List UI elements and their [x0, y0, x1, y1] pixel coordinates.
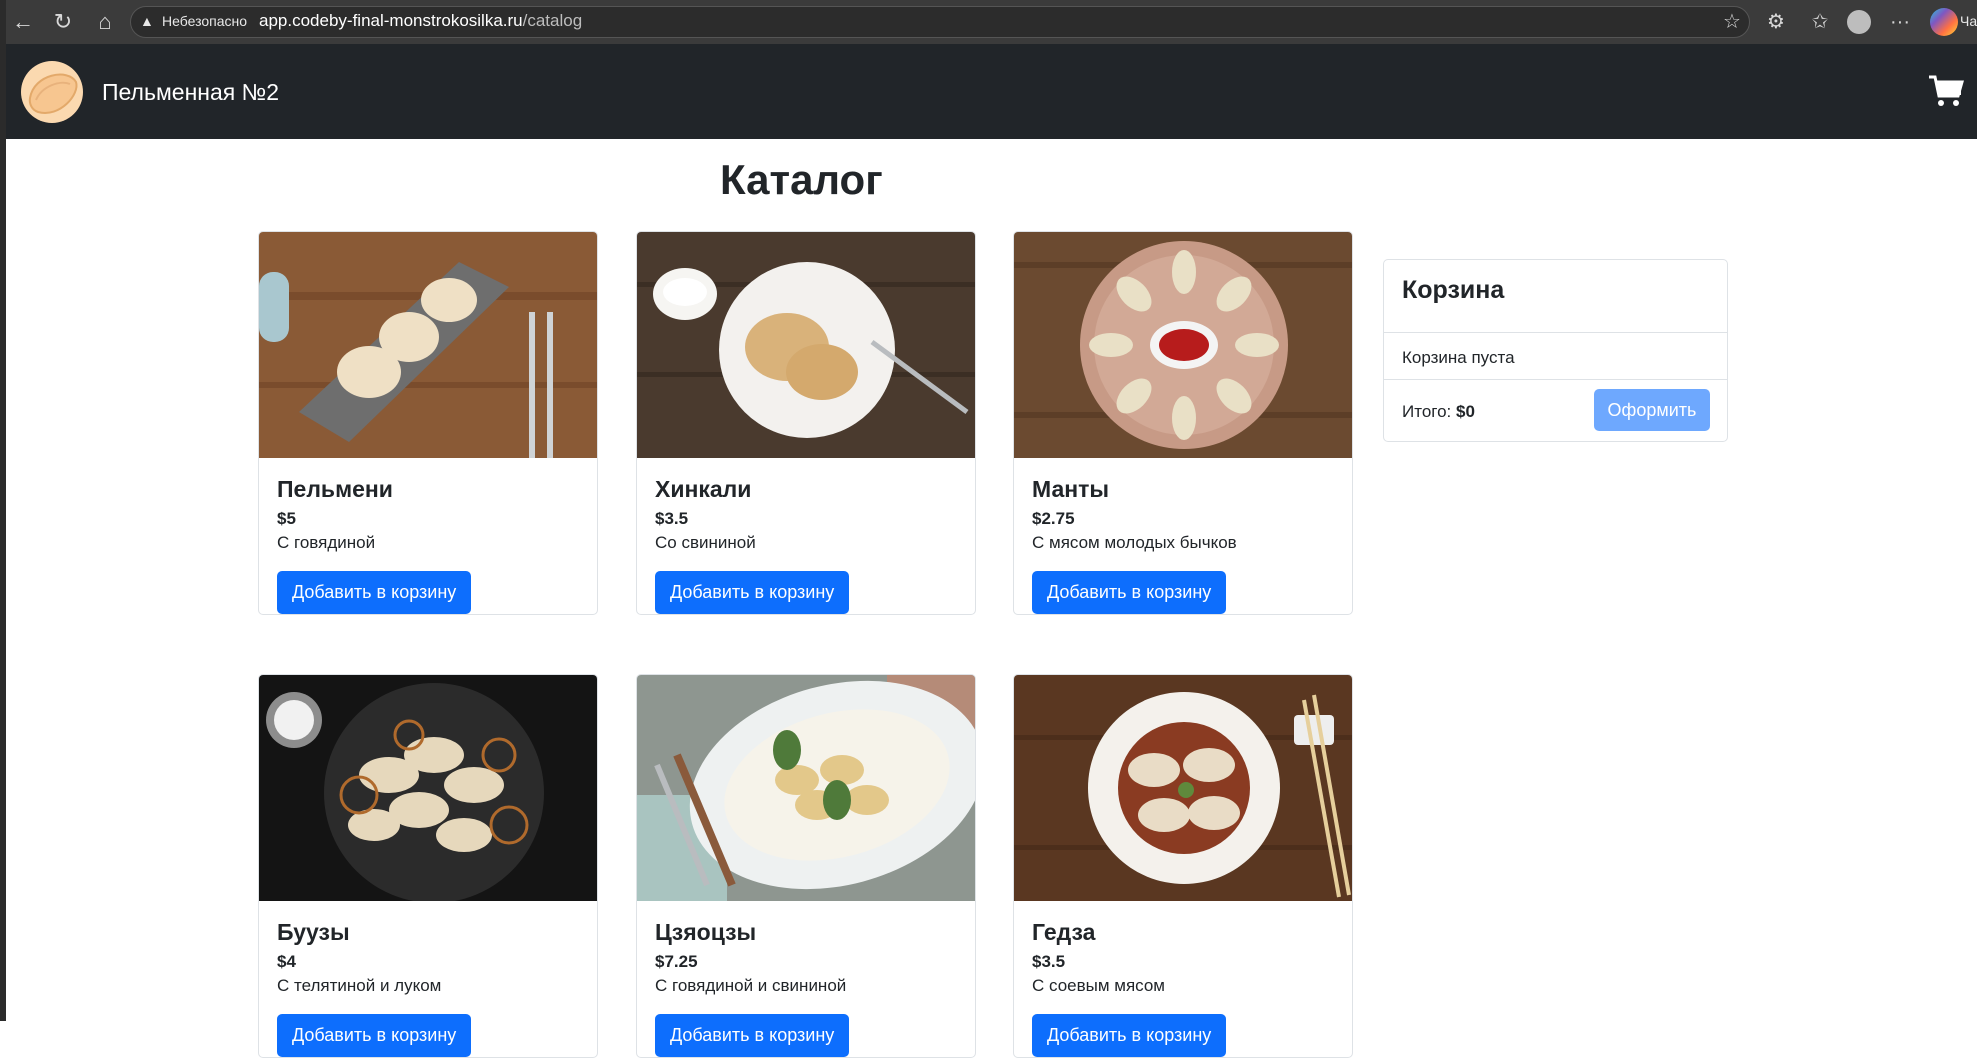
profile-avatar[interactable] [1847, 10, 1871, 34]
favorites-icon[interactable]: ✩ [1806, 8, 1834, 36]
add-to-cart-button[interactable]: Добавить в корзину [277, 571, 472, 614]
copilot-icon[interactable] [1930, 8, 1958, 36]
checkout-button[interactable]: Оформить [1594, 389, 1710, 431]
product-image [259, 675, 597, 901]
product-name: Цзяоцзы [655, 919, 757, 945]
reload-icon[interactable]: ↻ [48, 8, 78, 36]
product-image [1014, 232, 1352, 458]
add-to-cart-button[interactable]: Добавить в корзину [655, 571, 850, 614]
home-icon[interactable]: ⌂ [90, 8, 120, 36]
product-card: Пельмени $5 С говядиной Добавить в корзи… [258, 231, 598, 615]
dumpling-logo-icon[interactable] [20, 60, 84, 124]
product-card: Цзяоцзы $7.25 С говядиной и свининой Доб… [636, 674, 976, 1058]
product-name: Гедза [1032, 919, 1096, 945]
product-price: $3.5 [1032, 952, 1066, 971]
divider [1384, 379, 1727, 380]
product-name: Хинкали [655, 476, 752, 502]
cart-title: Корзина [1402, 276, 1505, 304]
more-icon[interactable]: ··· [1886, 8, 1914, 36]
product-image [259, 232, 597, 458]
window-edge [0, 0, 6, 1021]
favorite-star-icon[interactable]: ☆ [1718, 8, 1746, 36]
security-warning[interactable]: Небезопасно [162, 13, 247, 29]
product-card: Хинкали $3.5 Со свининой Добавить в корз… [636, 231, 976, 615]
cart-empty-message: Корзина пуста [1402, 348, 1515, 367]
add-to-cart-button[interactable]: Добавить в корзину [1032, 571, 1227, 614]
product-price: $2.75 [1032, 509, 1075, 528]
product-name: Буузы [277, 919, 350, 945]
url-host: app.codeby-final-monstrokosilka.ru [259, 11, 523, 30]
add-to-cart-button[interactable]: Добавить в корзину [277, 1014, 472, 1057]
product-card: Гедза $3.5 С соевым мясом Добавить в кор… [1013, 674, 1353, 1058]
product-name: Манты [1032, 476, 1110, 502]
back-icon[interactable]: ← [8, 8, 38, 36]
url-text[interactable]: app.codeby-final-monstrokosilka.ru/catal… [259, 11, 582, 31]
product-image [637, 232, 975, 458]
product-price: $4 [277, 952, 296, 971]
add-to-cart-button[interactable]: Добавить в корзину [655, 1014, 850, 1057]
product-image [1014, 675, 1352, 901]
url-path: /catalog [522, 11, 583, 30]
sidebar-label[interactable]: Ча [1960, 13, 1977, 29]
brand-name[interactable]: Пельменная №2 [102, 79, 279, 106]
browser-toolbar: ← ↻ ⌂ ▲ Небезопасно app.codeby-final-mon… [0, 0, 1977, 44]
cart-total-label: Итого: [1402, 402, 1452, 421]
product-description: С говядиной [277, 533, 376, 552]
product-price: $5 [277, 509, 296, 528]
product-description: С телятиной и луком [277, 976, 442, 995]
add-to-cart-button[interactable]: Добавить в корзину [1032, 1014, 1227, 1057]
product-name: Пельмени [277, 476, 393, 502]
page-title: Каталог [720, 156, 883, 203]
product-description: С говядиной и свининой [655, 976, 847, 995]
product-price: $7.25 [655, 952, 698, 971]
cart-icon[interactable] [1928, 74, 1964, 108]
warning-icon[interactable]: ▲ [140, 13, 154, 29]
cart-panel: Корзина Корзина пуста Итого: $0 Оформить [1383, 259, 1728, 442]
product-card: Буузы $4 С телятиной и луком Добавить в … [258, 674, 598, 1058]
product-description: С мясом молодых бычков [1032, 533, 1237, 552]
cart-total: Итого: $0 [1402, 402, 1475, 422]
extensions-icon[interactable]: ⚙ [1762, 8, 1790, 36]
navbar: Пельменная №2 [6, 44, 1977, 139]
product-description: Со свининой [655, 533, 756, 552]
cart-total-value: $0 [1456, 402, 1475, 421]
product-card: Манты $2.75 С мясом молодых бычков Добав… [1013, 231, 1353, 615]
product-image [637, 675, 975, 901]
product-price: $3.5 [655, 509, 689, 528]
product-description: С соевым мясом [1032, 976, 1165, 995]
